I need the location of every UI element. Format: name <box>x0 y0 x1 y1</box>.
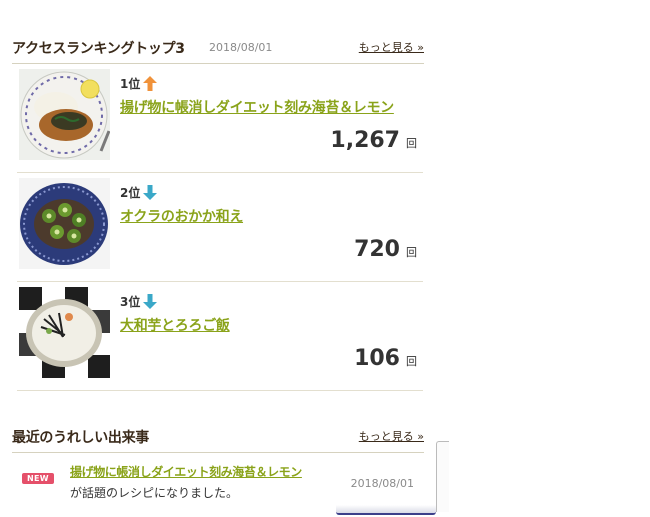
recipe-thumbnail[interactable] <box>19 287 110 378</box>
ranking-item-3: 3位 大和芋とろろご飯 106 回 <box>17 282 423 391</box>
news-text: が話題のレシピになりました。 <box>70 486 239 500</box>
count-unit: 回 <box>406 137 417 150</box>
new-badge: NEW <box>22 473 54 484</box>
news-item: NEW 揚げ物に帳消しダイエット刻み海苔＆レモン が話題のレシピになりました。 … <box>12 450 424 510</box>
recipe-thumbnail[interactable] <box>19 69 110 160</box>
view-count: 720 回 <box>354 237 417 262</box>
trend-down-icon <box>143 185 158 200</box>
ranking-header: アクセスランキングトップ3 2018/08/01 もっと見る » <box>12 38 424 64</box>
rank-label: 3位 <box>120 295 141 309</box>
count-unit: 回 <box>406 355 417 368</box>
rank-label: 2位 <box>120 186 141 200</box>
news-more-link[interactable]: もっと見る » <box>359 428 424 444</box>
count-unit: 回 <box>406 246 417 259</box>
recipe-thumbnail[interactable] <box>19 178 110 269</box>
recipe-link[interactable]: オクラのおかか和え <box>120 206 243 226</box>
overlay-widget-edge <box>436 441 449 512</box>
trend-up-icon <box>143 76 158 91</box>
trend-down-icon <box>143 294 158 309</box>
ranking-title: アクセスランキングトップ3 <box>12 41 185 57</box>
news-section: 最近のうれしい出来事 もっと見る » NEW 揚げ物に帳消しダイエット刻み海苔＆… <box>12 427 424 513</box>
news-title: 最近のうれしい出来事 <box>12 430 149 446</box>
ranking-section: アクセスランキングトップ3 2018/08/01 もっと見る » 1位 揚げ物に… <box>12 38 424 391</box>
ranking-more-link[interactable]: もっと見る » <box>359 39 424 55</box>
count-value: 1,267 <box>330 128 400 153</box>
rank-badge: 3位 <box>120 293 158 310</box>
count-value: 106 <box>354 346 400 371</box>
ranking-item-2: 2位 オクラのおかか和え 720 回 <box>17 173 423 282</box>
ranking-item-1: 1位 揚げ物に帳消しダイエット刻み海苔＆レモン 1,267 回 <box>17 64 423 173</box>
rank-label: 1位 <box>120 77 141 91</box>
rank-badge: 1位 <box>120 75 158 92</box>
recipe-link[interactable]: 揚げ物に帳消しダイエット刻み海苔＆レモン <box>120 97 394 117</box>
ranking-date: 2018/08/01 <box>209 41 273 54</box>
overlay-widget-bottom <box>336 505 436 515</box>
rank-badge: 2位 <box>120 184 158 201</box>
news-date: 2018/08/01 <box>350 477 414 490</box>
view-count: 1,267 回 <box>330 128 417 153</box>
news-recipe-link[interactable]: 揚げ物に帳消しダイエット刻み海苔＆レモン <box>70 463 302 480</box>
count-value: 720 <box>354 237 400 262</box>
recipe-link[interactable]: 大和芋とろろご飯 <box>120 315 230 335</box>
view-count: 106 回 <box>354 346 417 371</box>
